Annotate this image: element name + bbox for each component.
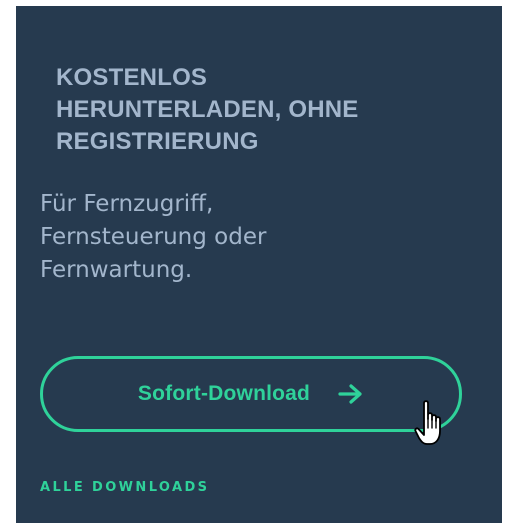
all-downloads-link[interactable]: ALLE DOWNLOADS: [40, 480, 209, 495]
download-button-label: Sofort-Download: [137, 382, 311, 405]
headline-line: KOSTENLOS: [56, 64, 208, 91]
description-line: Für Fernzugriff,: [40, 191, 214, 217]
headline-line: HERUNTERLADEN, OHNE: [56, 96, 359, 123]
description-line: Fernsteuerung oder: [40, 224, 267, 250]
instant-download-button[interactable]: Sofort-Download: [40, 356, 462, 432]
hand-pointer-icon: [414, 400, 441, 445]
promo-description: Für Fernzugriff, Fernsteuerung oder Fern…: [40, 188, 400, 287]
arrow-right-icon: [338, 384, 362, 404]
promo-headline: KOSTENLOS HERUNTERLADEN, OHNE REGISTRIER…: [56, 62, 446, 158]
description-line: Fernwartung.: [40, 257, 193, 283]
headline-line: REGISTRIERUNG: [56, 128, 259, 155]
